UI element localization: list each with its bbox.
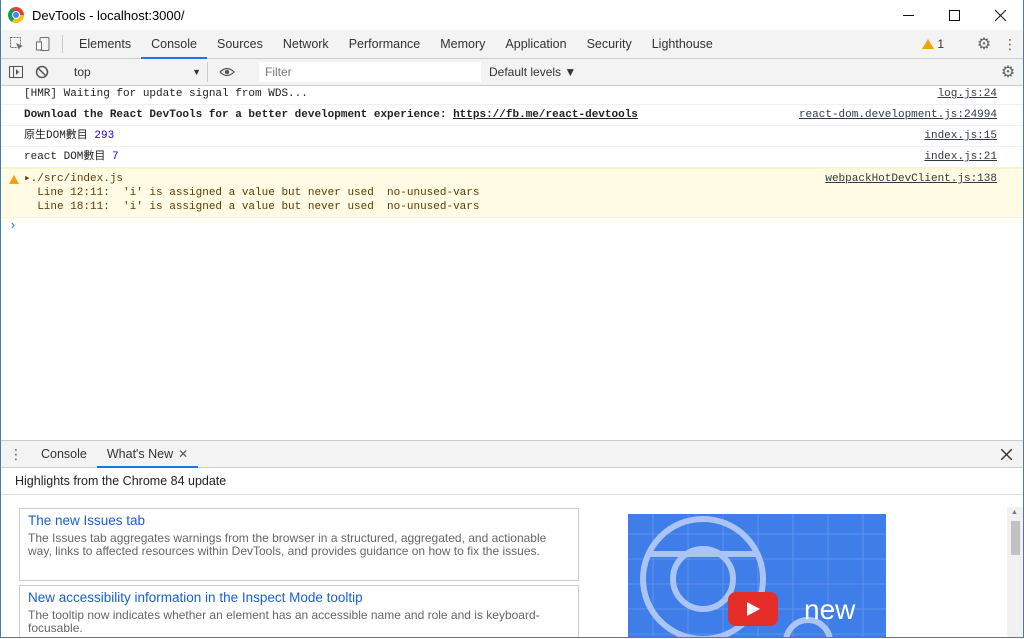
warning-line: Line 12:11: 'i' is assigned a value but … <box>24 187 480 199</box>
card-title: The new Issues tab <box>28 513 146 528</box>
window-controls <box>885 0 1023 30</box>
warning-line: Line 18:11: 'i' is assigned a value but … <box>24 201 480 213</box>
dropdown-arrow-icon: ▼ <box>192 67 201 77</box>
youtube-play-button[interactable] <box>728 592 778 626</box>
tab-application[interactable]: Application <box>495 30 576 58</box>
card-description: The Issues tab aggregates warnings from … <box>28 531 547 558</box>
message-text: react DOM數目 <box>24 151 106 163</box>
console-message: react DOM數目 7 index.js:21 <box>1 147 1023 168</box>
tab-network[interactable]: Network <box>273 30 339 58</box>
message-source-link[interactable]: index.js:21 <box>924 150 997 164</box>
devtools-window: DevTools - localhost:3000/ Elements Cons… <box>0 0 1024 638</box>
tab-performance[interactable]: Performance <box>339 30 431 58</box>
react-devtools-link[interactable]: https://fb.me/react-devtools <box>453 109 638 121</box>
message-source-link[interactable]: webpackHotDevClient.js:138 <box>825 172 997 214</box>
tab-sources[interactable]: Sources <box>207 30 273 58</box>
scrollbar-thumb[interactable] <box>1011 521 1020 555</box>
message-content: 原生DOM數目 293 <box>24 129 114 143</box>
message-source-link[interactable]: log.js:24 <box>938 87 997 101</box>
drawer-tab-console[interactable]: Console <box>31 441 97 467</box>
close-drawer-icon[interactable] <box>993 441 1019 467</box>
warning-title[interactable]: ▸./src/index.js <box>24 172 479 186</box>
inspect-element-icon[interactable] <box>4 30 30 58</box>
console-message: [HMR] Waiting for update signal from WDS… <box>1 84 1023 105</box>
tab-console[interactable]: Console <box>141 30 207 59</box>
message-content: react DOM數目 7 <box>24 150 119 164</box>
tab-memory[interactable]: Memory <box>430 30 495 58</box>
warning-body: ▸./src/index.js Line 12:11: 'i' is assig… <box>24 172 479 214</box>
filter-input[interactable] <box>259 62 481 82</box>
video-caption: new <box>804 594 856 625</box>
drawer: ⋮ Console What's New ✕ Highlights from t… <box>1 440 1023 637</box>
message-text: [HMR] Waiting for update signal from WDS… <box>24 88 308 100</box>
message-content: Download the React DevTools for a better… <box>24 108 638 122</box>
console-settings-gear-icon[interactable]: ⚙ <box>995 62 1021 82</box>
close-window-button[interactable] <box>977 0 1023 30</box>
message-text: 原生DOM數目 <box>24 130 88 142</box>
tab-elements[interactable]: Elements <box>69 30 141 58</box>
maximize-button[interactable] <box>931 0 977 30</box>
warnings-counter[interactable]: 1 <box>922 37 944 51</box>
minimize-button[interactable] <box>885 0 931 30</box>
drawer-menu-icon[interactable]: ⋮ <box>1 441 31 467</box>
toolbar-divider <box>62 35 63 53</box>
drawer-scrollbar[interactable]: ▲ <box>1007 507 1023 637</box>
more-options-icon[interactable]: ⋮ <box>997 36 1023 53</box>
card-title: New accessibility information in the Ins… <box>28 590 363 605</box>
clear-console-icon[interactable] <box>29 65 55 79</box>
drawer-tabbar: ⋮ Console What's New ✕ <box>1 441 1023 468</box>
message-text: Download the React DevTools for a better… <box>24 109 454 121</box>
whats-new-card[interactable]: New accessibility information in the Ins… <box>19 585 579 637</box>
whats-new-video-thumbnail[interactable]: new <box>628 514 886 637</box>
show-sidebar-icon[interactable] <box>3 66 29 78</box>
drawer-tab-whats-new[interactable]: What's New ✕ <box>96 441 199 468</box>
console-prompt[interactable]: › <box>1 218 1023 234</box>
scroll-up-arrow-icon[interactable]: ▲ <box>1011 509 1018 516</box>
live-expression-eye-icon[interactable] <box>214 67 240 77</box>
play-icon <box>747 602 760 616</box>
console-message: 原生DOM數目 293 index.js:15 <box>1 126 1023 147</box>
message-source-link[interactable]: index.js:15 <box>924 129 997 143</box>
drawer-tab-label: What's New <box>106 447 174 461</box>
tabbar-right: 1 ⚙ ⋮ <box>922 30 1023 58</box>
chrome-logo-icon <box>8 7 24 23</box>
device-toolbar-icon[interactable] <box>30 30 56 58</box>
console-toolbar: top ▼ Default levels ▼ ⚙ <box>1 59 1023 86</box>
title-bar: DevTools - localhost:3000/ <box>1 0 1023 30</box>
warnings-count: 1 <box>937 37 944 51</box>
log-levels-dropdown[interactable]: Default levels ▼ <box>489 65 576 79</box>
message-value: 7 <box>112 151 119 163</box>
context-selector-value: top <box>74 65 91 79</box>
console-warning: ▸./src/index.js Line 12:11: 'i' is assig… <box>1 168 1023 218</box>
tab-security[interactable]: Security <box>577 30 642 58</box>
whats-new-card[interactable]: The new Issues tab The Issues tab aggreg… <box>19 508 579 581</box>
close-tab-icon[interactable]: ✕ <box>178 447 188 461</box>
highlights-heading: Highlights from the Chrome 84 update <box>1 468 1023 495</box>
message-source-link[interactable]: react-dom.development.js:24994 <box>799 108 997 122</box>
warning-icon <box>9 175 19 184</box>
message-value: 293 <box>94 130 115 142</box>
tab-lighthouse[interactable]: Lighthouse <box>642 30 723 58</box>
console-message: Download the React DevTools for a better… <box>1 105 1023 126</box>
card-description: The tooltip now indicates whether an ele… <box>28 608 540 635</box>
panel-tabbar: Elements Console Sources Network Perform… <box>1 30 1023 59</box>
settings-gear-icon[interactable]: ⚙ <box>971 34 997 54</box>
warning-icon <box>922 39 935 49</box>
context-selector[interactable]: top ▼ <box>68 62 208 82</box>
console-messages: [HMR] Waiting for update signal from WDS… <box>1 84 1023 440</box>
window-title: DevTools - localhost:3000/ <box>32 7 185 23</box>
